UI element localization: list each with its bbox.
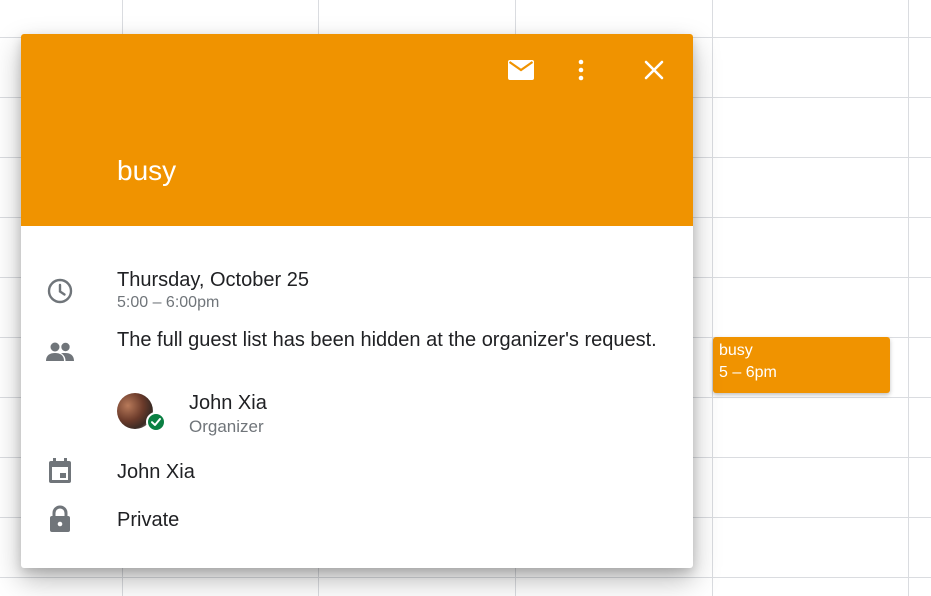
event-visibility: Private [117, 509, 180, 531]
close-button[interactable] [638, 56, 670, 88]
organizer-name: John Xia [189, 392, 267, 414]
people-icon [45, 337, 75, 367]
more-options-button[interactable] [565, 56, 597, 88]
lock-icon [45, 504, 75, 534]
email-guests-button[interactable] [505, 56, 537, 88]
clock-icon [45, 276, 75, 306]
guest-list-hidden-notice: The full guest list has been hidden at t… [117, 329, 657, 351]
organizer-role: Organizer [189, 417, 264, 436]
event-card-header: busy [21, 34, 693, 226]
calendar-event-chip[interactable]: busy 5 – 6pm [713, 337, 890, 393]
grid-column-line [908, 0, 909, 596]
calendar-name: John Xia [117, 461, 195, 483]
event-time-range: 5:00 – 6:00pm [117, 294, 220, 311]
event-chip-title: busy [719, 342, 753, 359]
calendar-icon [45, 456, 75, 486]
close-icon [644, 60, 664, 85]
event-date: Thursday, October 25 [117, 269, 309, 291]
grid-column-line [712, 0, 713, 596]
event-details-card: busy Thursday, October 25 5:00 – 6:00pm … [21, 34, 693, 568]
email-icon [508, 59, 534, 85]
more-vert-icon [577, 59, 585, 86]
grid-row-line [0, 577, 931, 578]
event-chip-time: 5 – 6pm [719, 364, 777, 381]
event-title: busy [117, 155, 177, 186]
check-circle-icon [146, 412, 166, 432]
